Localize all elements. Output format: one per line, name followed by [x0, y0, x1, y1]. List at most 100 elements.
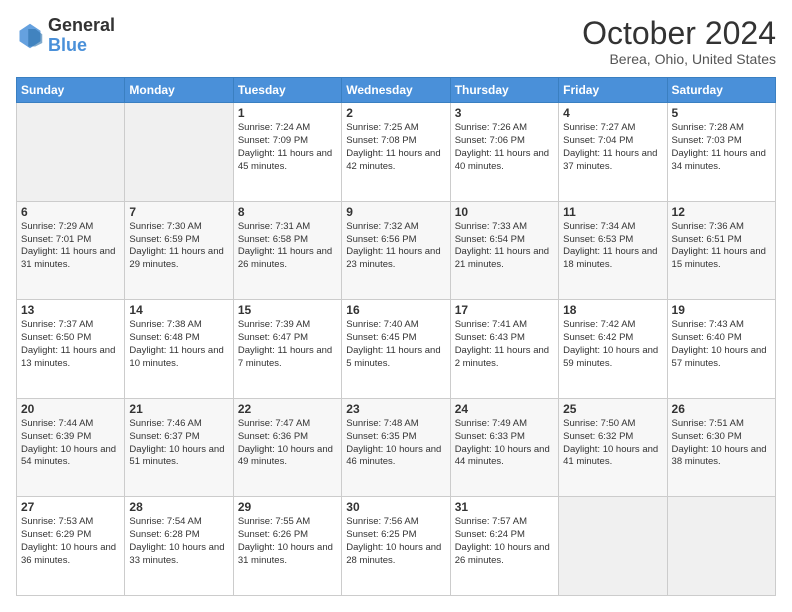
calendar-cell: 17Sunrise: 7:41 AM Sunset: 6:43 PM Dayli…: [450, 300, 558, 399]
cell-info: Sunrise: 7:47 AM Sunset: 6:36 PM Dayligh…: [238, 418, 337, 469]
cell-info: Sunrise: 7:51 AM Sunset: 6:30 PM Dayligh…: [672, 418, 771, 469]
day-number: 23: [346, 402, 445, 416]
day-number: 10: [455, 205, 554, 219]
cell-info: Sunrise: 7:46 AM Sunset: 6:37 PM Dayligh…: [129, 418, 228, 469]
location-title: Berea, Ohio, United States: [582, 51, 776, 67]
calendar-cell: 20 Sunrise: 7:44 AM Sunset: 6:39 PM Dayli…: [17, 398, 125, 497]
calendar-cell: 2 Sunrise: 7:25 AM Sunset: 7:08 PM Daylig…: [342, 103, 450, 202]
day-number: 28: [129, 500, 228, 514]
day-number: 22: [238, 402, 337, 416]
cell-info: Sunrise: 7:34 AM Sunset: 6:53 PM Dayligh…: [563, 221, 662, 272]
calendar-cell: 3 Sunrise: 7:26 AM Sunset: 7:06 PM Daylig…: [450, 103, 558, 202]
day-number: 3: [455, 106, 554, 120]
cell-info: Sunrise: 7:41 AM Sunset: 6:43 PM Dayligh…: [455, 319, 554, 370]
cell-info: Sunrise: 7:40 AM Sunset: 6:45 PM Dayligh…: [346, 319, 445, 370]
cell-info: Sunrise: 7:56 AM Sunset: 6:25 PM Dayligh…: [346, 516, 445, 567]
day-number: 14: [129, 303, 228, 317]
day-header-saturday: Saturday: [667, 78, 775, 103]
calendar-cell: 15Sunrise: 7:39 AM Sunset: 6:47 PM Dayli…: [233, 300, 341, 399]
calendar-cell: 16 Sunrise: 7:40 AM Sunset: 6:45 PM Dayli…: [342, 300, 450, 399]
day-number: 5: [672, 106, 771, 120]
calendar-cell: 9 Sunrise: 7:32 AM Sunset: 6:56 PM Daylig…: [342, 201, 450, 300]
calendar-cell: 14Sunrise: 7:38 AM Sunset: 6:48 PM Dayli…: [125, 300, 233, 399]
cell-info: Sunrise: 7:32 AM Sunset: 6:56 PM Dayligh…: [346, 221, 445, 272]
calendar-cell: 4Sunrise: 7:27 AM Sunset: 7:04 PM Daylig…: [559, 103, 667, 202]
day-number: 8: [238, 205, 337, 219]
cell-info: Sunrise: 7:36 AM Sunset: 6:51 PM Dayligh…: [672, 221, 771, 272]
cell-info: Sunrise: 7:29 AM Sunset: 7:01 PM Dayligh…: [21, 221, 120, 272]
cell-info: Sunrise: 7:27 AM Sunset: 7:04 PM Dayligh…: [563, 122, 662, 173]
day-number: 30: [346, 500, 445, 514]
calendar-cell: 24 Sunrise: 7:49 AM Sunset: 6:33 PM Dayli…: [450, 398, 558, 497]
day-number: 19: [672, 303, 771, 317]
calendar-week-2: 6 Sunrise: 7:29 AM Sunset: 7:01 PM Daylig…: [17, 201, 776, 300]
day-number: 2: [346, 106, 445, 120]
cell-info: Sunrise: 7:37 AM Sunset: 6:50 PM Dayligh…: [21, 319, 120, 370]
day-number: 29: [238, 500, 337, 514]
day-header-friday: Friday: [559, 78, 667, 103]
calendar-cell: 27Sunrise: 7:53 AM Sunset: 6:29 PM Dayli…: [17, 497, 125, 596]
cell-info: Sunrise: 7:42 AM Sunset: 6:42 PM Dayligh…: [563, 319, 662, 370]
day-number: 15: [238, 303, 337, 317]
day-number: 16: [346, 303, 445, 317]
day-header-sunday: Sunday: [17, 78, 125, 103]
cell-info: Sunrise: 7:50 AM Sunset: 6:32 PM Dayligh…: [563, 418, 662, 469]
calendar-cell: [667, 497, 775, 596]
calendar-cell: 6 Sunrise: 7:29 AM Sunset: 7:01 PM Daylig…: [17, 201, 125, 300]
cell-info: Sunrise: 7:43 AM Sunset: 6:40 PM Dayligh…: [672, 319, 771, 370]
day-header-wednesday: Wednesday: [342, 78, 450, 103]
calendar-cell: 26Sunrise: 7:51 AM Sunset: 6:30 PM Dayli…: [667, 398, 775, 497]
cell-info: Sunrise: 7:49 AM Sunset: 6:33 PM Dayligh…: [455, 418, 554, 469]
logo: General Blue: [16, 16, 115, 56]
calendar-cell: 19 Sunrise: 7:43 AM Sunset: 6:40 PM Dayli…: [667, 300, 775, 399]
calendar-cell: 21Sunrise: 7:46 AM Sunset: 6:37 PM Dayli…: [125, 398, 233, 497]
cell-info: Sunrise: 7:31 AM Sunset: 6:58 PM Dayligh…: [238, 221, 337, 272]
day-number: 11: [563, 205, 662, 219]
day-number: 20: [21, 402, 120, 416]
day-header-thursday: Thursday: [450, 78, 558, 103]
calendar-cell: 28 Sunrise: 7:54 AM Sunset: 6:28 PM Dayli…: [125, 497, 233, 596]
calendar-week-5: 27Sunrise: 7:53 AM Sunset: 6:29 PM Dayli…: [17, 497, 776, 596]
calendar-cell: 8 Sunrise: 7:31 AM Sunset: 6:58 PM Daylig…: [233, 201, 341, 300]
calendar-cell: 18Sunrise: 7:42 AM Sunset: 6:42 PM Dayli…: [559, 300, 667, 399]
day-number: 6: [21, 205, 120, 219]
cell-info: Sunrise: 7:53 AM Sunset: 6:29 PM Dayligh…: [21, 516, 120, 567]
title-block: October 2024 Berea, Ohio, United States: [582, 16, 776, 67]
calendar-cell: 22 Sunrise: 7:47 AM Sunset: 6:36 PM Dayli…: [233, 398, 341, 497]
cell-info: Sunrise: 7:30 AM Sunset: 6:59 PM Dayligh…: [129, 221, 228, 272]
cell-info: Sunrise: 7:48 AM Sunset: 6:35 PM Dayligh…: [346, 418, 445, 469]
calendar-cell: 25Sunrise: 7:50 AM Sunset: 6:32 PM Dayli…: [559, 398, 667, 497]
logo-line2: Blue: [48, 35, 87, 55]
day-header-monday: Monday: [125, 78, 233, 103]
calendar-cell: 11 Sunrise: 7:34 AM Sunset: 6:53 PM Dayli…: [559, 201, 667, 300]
calendar-cell: 30 Sunrise: 7:56 AM Sunset: 6:25 PM Dayli…: [342, 497, 450, 596]
calendar-cell: 29Sunrise: 7:55 AM Sunset: 6:26 PM Dayli…: [233, 497, 341, 596]
calendar-header-row: SundayMondayTuesdayWednesdayThursdayFrid…: [17, 78, 776, 103]
logo-icon: [16, 22, 44, 50]
calendar-cell: 1 Sunrise: 7:24 AM Sunset: 7:09 PM Daylig…: [233, 103, 341, 202]
calendar-week-1: 1 Sunrise: 7:24 AM Sunset: 7:09 PM Daylig…: [17, 103, 776, 202]
cell-info: Sunrise: 7:33 AM Sunset: 6:54 PM Dayligh…: [455, 221, 554, 272]
logo-line1: General: [48, 16, 115, 36]
calendar-cell: [559, 497, 667, 596]
day-number: 12: [672, 205, 771, 219]
cell-info: Sunrise: 7:25 AM Sunset: 7:08 PM Dayligh…: [346, 122, 445, 173]
cell-info: Sunrise: 7:54 AM Sunset: 6:28 PM Dayligh…: [129, 516, 228, 567]
cell-info: Sunrise: 7:28 AM Sunset: 7:03 PM Dayligh…: [672, 122, 771, 173]
header: General Blue October 2024 Berea, Ohio, U…: [16, 16, 776, 67]
day-number: 9: [346, 205, 445, 219]
page: General Blue October 2024 Berea, Ohio, U…: [0, 0, 792, 612]
month-title: October 2024: [582, 16, 776, 51]
day-number: 13: [21, 303, 120, 317]
day-number: 1: [238, 106, 337, 120]
calendar-cell: [125, 103, 233, 202]
day-number: 24: [455, 402, 554, 416]
cell-info: Sunrise: 7:26 AM Sunset: 7:06 PM Dayligh…: [455, 122, 554, 173]
cell-info: Sunrise: 7:57 AM Sunset: 6:24 PM Dayligh…: [455, 516, 554, 567]
calendar-cell: 13 Sunrise: 7:37 AM Sunset: 6:50 PM Dayli…: [17, 300, 125, 399]
calendar-week-3: 13 Sunrise: 7:37 AM Sunset: 6:50 PM Dayli…: [17, 300, 776, 399]
cell-info: Sunrise: 7:44 AM Sunset: 6:39 PM Dayligh…: [21, 418, 120, 469]
cell-info: Sunrise: 7:24 AM Sunset: 7:09 PM Dayligh…: [238, 122, 337, 173]
day-number: 31: [455, 500, 554, 514]
logo-text: General Blue: [48, 16, 115, 56]
